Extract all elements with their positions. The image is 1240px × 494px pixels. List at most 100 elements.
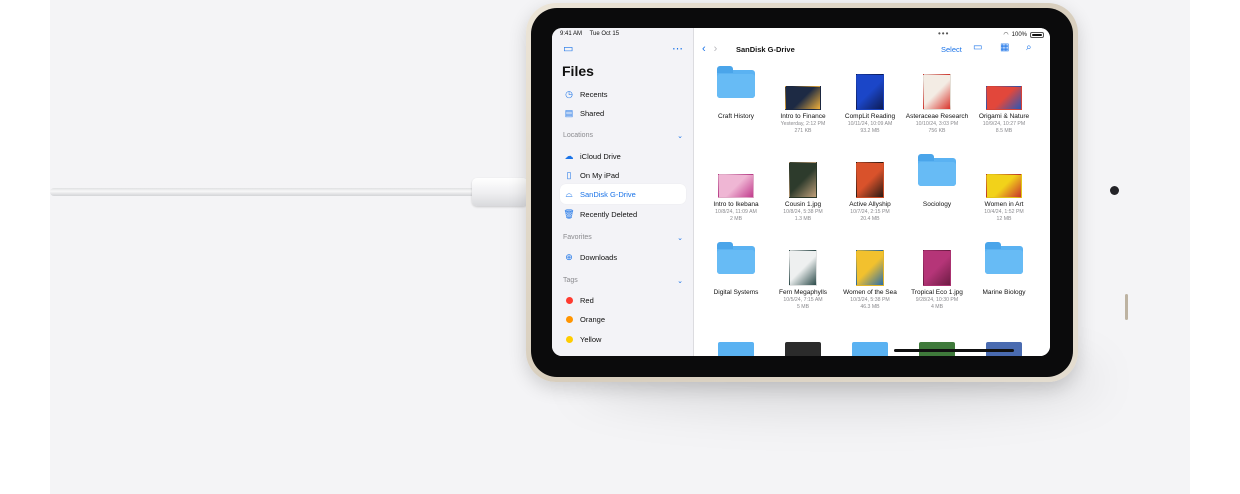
file-thumbnail-image: [856, 74, 884, 110]
battery-icon: [1030, 31, 1044, 38]
file-size: 756 KB: [928, 128, 946, 134]
select-button[interactable]: Select: [941, 45, 962, 54]
yellow-tag-dot-icon: [566, 335, 573, 343]
file-size: 2 MB: [729, 216, 743, 222]
partial-file-thumbnail[interactable]: [785, 342, 821, 356]
file-thumbnail-image: [986, 86, 1022, 110]
folder-icon: [717, 66, 755, 98]
file-item[interactable]: Intro to Ikebana 10/8/24, 11:09 AM 2 MB: [702, 158, 770, 223]
tag-label: Yellow: [580, 334, 602, 344]
file-item[interactable]: Asteraceae Research 10/10/24, 3:03 PM 756 …: [903, 70, 971, 135]
thumbnail-area: [702, 66, 770, 110]
file-name: Fern Megaphylls: [778, 289, 828, 296]
tag-yellow[interactable]: Yellow: [560, 329, 686, 349]
tag-label: Orange: [580, 314, 606, 324]
file-date: Yesterday, 2:12 PM: [780, 121, 826, 127]
external-drive-icon: ⌓: [565, 188, 573, 199]
sidebar-item-label: Shared: [580, 108, 605, 118]
clock-icon: ◷: [565, 88, 573, 99]
sidebar-toggle-icon[interactable]: ▭: [563, 44, 573, 55]
sidebar-item-downloads[interactable]: ⊕ Downloads: [560, 247, 686, 267]
tag-red[interactable]: Red: [560, 290, 686, 310]
section-label: Favorites: [563, 234, 592, 241]
file-date: 10/4/24, 1:52 PM: [984, 209, 1024, 215]
page-title: Files: [562, 63, 594, 79]
file-item[interactable]: Women of the Sea 10/3/24, 5:38 PM 46.3 MB: [836, 246, 904, 311]
cloud-icon: ☁: [564, 150, 574, 161]
thumbnail-area: [903, 246, 971, 286]
sidebar-item-icloud-drive[interactable]: ☁ iCloud Drive: [560, 146, 686, 166]
file-date: 10/5/24, 7:15 AM: [783, 297, 823, 303]
file-name: Women of the Sea: [843, 289, 897, 296]
folder-icon: [985, 242, 1023, 274]
sidebar-item-shared[interactable]: ▤ Shared: [560, 103, 686, 123]
folder-item[interactable]: Sociology: [903, 154, 971, 209]
download-icon: ⊕: [565, 251, 573, 262]
folder-item[interactable]: Craft History: [702, 66, 770, 121]
search-icon[interactable]: ⌕: [1026, 42, 1032, 53]
file-item[interactable]: Fern Megaphylls 10/5/24, 7:15 AM 5 MB: [769, 246, 837, 311]
file-thumbnail-image: [923, 250, 951, 286]
thumbnail-area: [769, 70, 837, 110]
file-date: 10/9/24, 10:27 PM: [982, 121, 1026, 127]
chevron-down-icon: ⌄: [677, 133, 683, 140]
file-size: 46.3 MB: [860, 304, 880, 310]
sidebar-item-label: Recently Deleted: [580, 209, 638, 219]
home-indicator: [894, 349, 1014, 352]
sidebar-item-sandisk-g-drive[interactable]: ⌓ SanDisk G-Drive: [560, 184, 686, 204]
file-date: 10/8/24, 5:38 PM: [783, 209, 823, 215]
folder-item[interactable]: Marine Biology: [970, 242, 1038, 297]
locations-section-header[interactable]: Locations ⌄: [563, 132, 683, 140]
view-options-icon[interactable]: ▦: [1000, 42, 1009, 53]
file-item[interactable]: Active Allyship 10/7/24, 2:15 PM 20.4 MB: [836, 158, 904, 223]
thumbnail-area: [836, 246, 904, 286]
shared-folder-icon: ▤: [564, 107, 574, 118]
file-thumbnail-image: [789, 250, 817, 286]
section-label: Tags: [563, 277, 578, 284]
file-name: Women in Art: [984, 201, 1024, 208]
file-thumbnail-image: [789, 162, 817, 198]
file-item[interactable]: CompLit Reading 10/11/24, 10:09 AM 93.2 MB: [836, 70, 904, 135]
tags-section-header[interactable]: Tags ⌄: [563, 277, 683, 285]
file-item[interactable]: Origami & Nature 10/9/24, 10:27 PM 8.5 MB: [970, 70, 1038, 135]
file-item[interactable]: Women in Art 10/4/24, 1:52 PM 12 MB: [970, 158, 1038, 223]
more-options-icon[interactable]: ⋯: [672, 44, 683, 55]
file-item[interactable]: Cousin 1.jpg 10/8/24, 5:38 PM 1.3 MB: [769, 158, 837, 223]
file-thumbnail-image: [718, 174, 754, 198]
front-camera: [1110, 186, 1119, 195]
favorites-section-header[interactable]: Favorites ⌄: [563, 234, 683, 242]
sidebar-item-label: iCloud Drive: [580, 151, 621, 161]
thumbnail-area: [836, 158, 904, 198]
new-folder-icon[interactable]: ▭: [973, 42, 982, 53]
file-name: Intro to Finance: [780, 113, 826, 120]
thumbnail-area: [702, 242, 770, 286]
file-date: 10/8/24, 11:09 AM: [715, 209, 757, 215]
sidebar-item-on-my-ipad[interactable]: ▯ On My iPad: [560, 165, 686, 185]
file-item[interactable]: Tropical Eco 1.jpg 9/28/24, 10:30 PM 4 MB: [903, 246, 971, 311]
thumbnail-area: [769, 158, 837, 198]
multitasking-dots-icon[interactable]: •••: [938, 29, 949, 38]
file-thumbnail-image: [785, 86, 821, 110]
thumbnail-area: [903, 154, 971, 198]
red-tag-dot-icon: [566, 296, 573, 304]
status-bar-right: ◠ 100%: [1003, 31, 1044, 38]
file-name: CompLit Reading: [844, 113, 896, 120]
file-thumbnail-image: [856, 250, 884, 286]
partial-file-thumbnail[interactable]: [852, 342, 888, 356]
partial-file-thumbnail[interactable]: [718, 342, 754, 356]
navigation-arrows: ‹ ›: [702, 43, 717, 55]
sidebar-item-recently-deleted[interactable]: 🗑 Recently Deleted: [560, 204, 686, 224]
file-thumbnail-image: [986, 174, 1022, 198]
sidebar-item-recents[interactable]: ◷ Recents: [560, 84, 686, 104]
status-date: Tue Oct 15: [589, 31, 620, 37]
folder-item[interactable]: Digital Systems: [702, 242, 770, 297]
forward-chevron-icon[interactable]: ›: [714, 43, 718, 55]
usb-c-plug: [472, 178, 528, 206]
file-item[interactable]: Intro to Finance Yesterday, 2:12 PM 271 KB: [769, 70, 837, 135]
file-name: Origami & Nature: [978, 113, 1030, 120]
back-chevron-icon[interactable]: ‹: [702, 43, 706, 55]
file-name: Active Allyship: [849, 201, 891, 208]
tag-orange[interactable]: Orange: [560, 309, 686, 329]
file-date: 10/11/24, 10:09 AM: [847, 121, 893, 127]
wifi-icon: ◠: [1003, 32, 1009, 38]
